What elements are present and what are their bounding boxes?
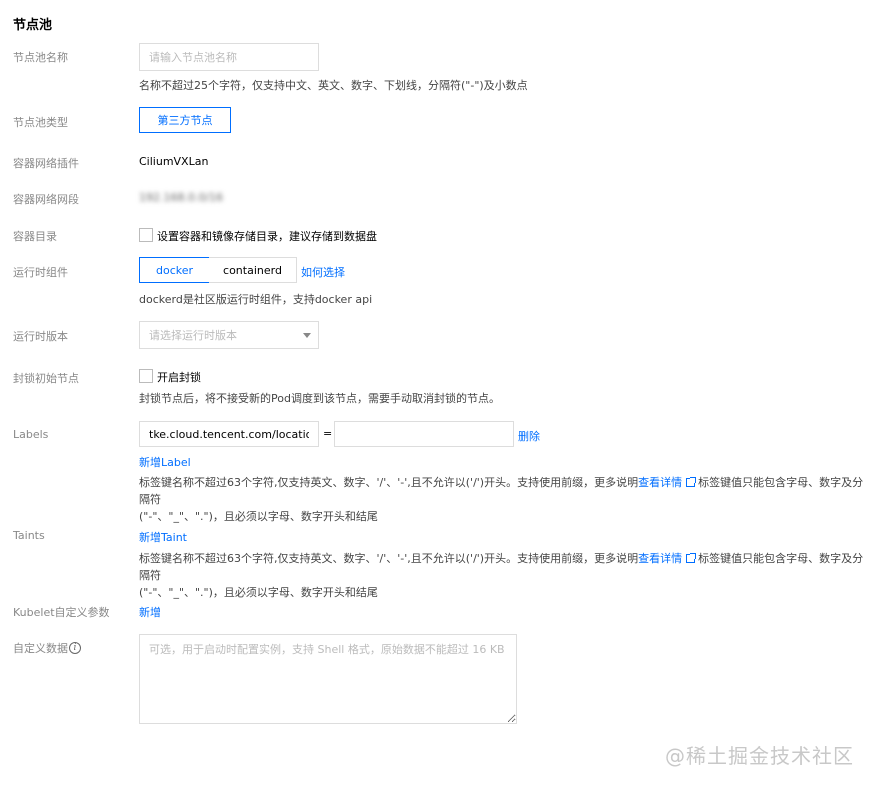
labels-label: Labels: [13, 428, 49, 441]
label-key-input[interactable]: [139, 421, 319, 447]
user-data-textarea[interactable]: [139, 634, 517, 724]
runtime-help-link[interactable]: 如何选择: [301, 264, 345, 280]
runtime-hint: dockerd是社区版运行时组件，支持docker api: [139, 293, 373, 306]
runtime-label: 运行时组件: [13, 266, 68, 279]
taints-hint: 标签键名称不超过63个字符,仅支持英文、数字、'/'、'-',且不允许以('/'…: [139, 550, 869, 601]
section-title: 节点池: [13, 18, 53, 33]
network-cidr-label: 容器网络网段: [13, 193, 79, 206]
network-cidr-value: 192.168.0.0/16: [139, 191, 224, 204]
external-link-icon: [686, 553, 697, 563]
container-dir-checkbox-label: 设置容器和镜像存储目录，建议存储到数据盘: [157, 230, 377, 243]
label-value-input[interactable]: [334, 421, 514, 447]
add-taint-link[interactable]: 新增Taint: [139, 529, 187, 545]
external-link-icon: [686, 477, 697, 487]
pool-name-label: 节点池名称: [13, 51, 68, 64]
taints-hint-line2: ("-"、"_"、".")，且必须以字母、数字开头和结尾: [139, 586, 378, 599]
cordon-hint: 封锁节点后，将不接受新的Pod调度到该节点，需要手动取消封锁的节点。: [139, 392, 500, 405]
pool-name-input[interactable]: [139, 43, 319, 71]
labels-hint-line2: ("-"、"_"、".")，且必须以字母、数字开头和结尾: [139, 510, 378, 523]
labels-details-link[interactable]: 查看详情: [638, 476, 682, 489]
add-kubelet-param-link[interactable]: 新增: [139, 604, 161, 620]
runtime-version-label: 运行时版本: [13, 330, 68, 343]
labels-hint: 标签键名称不超过63个字符,仅支持英文、数字、'/'、'-',且不允许以('/'…: [139, 474, 869, 525]
user-data-label: 自定义数据 i: [13, 640, 81, 656]
container-dir-checkbox[interactable]: [139, 228, 153, 242]
runtime-version-placeholder: 请选择运行时版本: [149, 329, 237, 342]
pool-type-third-party-button[interactable]: 第三方节点: [139, 107, 231, 133]
info-icon[interactable]: i: [69, 642, 81, 654]
user-data-label-text: 自定义数据: [13, 642, 68, 655]
node-pool-form: 节点池 节点池名称 名称不超过25个字符，仅支持中文、英文、数字、下划线，分隔符…: [0, 0, 876, 791]
runtime-version-select[interactable]: 请选择运行时版本: [139, 321, 319, 349]
pool-type-label: 节点池类型: [13, 116, 68, 129]
kubelet-label: Kubelet自定义参数: [13, 606, 110, 619]
add-label-link[interactable]: 新增Label: [139, 454, 191, 470]
taints-details-link[interactable]: 查看详情: [638, 552, 682, 565]
pool-name-hint: 名称不超过25个字符，仅支持中文、英文、数字、下划线，分隔符("-")及小数点: [139, 79, 528, 92]
cordon-checkbox-label: 开启封锁: [157, 371, 201, 384]
runtime-docker-button[interactable]: docker: [139, 257, 210, 283]
labels-hint-text: 标签键名称不超过63个字符,仅支持英文、数字、'/'、'-',且不允许以('/'…: [139, 476, 639, 489]
label-equals-sign: =: [323, 427, 333, 440]
runtime-containerd-button[interactable]: containerd: [209, 257, 297, 283]
watermark: @稀土掘金技术社区: [665, 744, 854, 768]
network-plugin-value: CiliumVXLan: [139, 155, 209, 168]
chevron-down-icon: [303, 333, 311, 338]
cordon-label: 封锁初始节点: [13, 372, 79, 385]
container-dir-label: 容器目录: [13, 230, 57, 243]
taints-hint-text: 标签键名称不超过63个字符,仅支持英文、数字、'/'、'-',且不允许以('/'…: [139, 552, 639, 565]
cordon-checkbox[interactable]: [139, 369, 153, 383]
label-delete-link[interactable]: 删除: [518, 428, 540, 444]
taints-label: Taints: [13, 529, 45, 542]
network-plugin-label: 容器网络插件: [13, 157, 79, 170]
